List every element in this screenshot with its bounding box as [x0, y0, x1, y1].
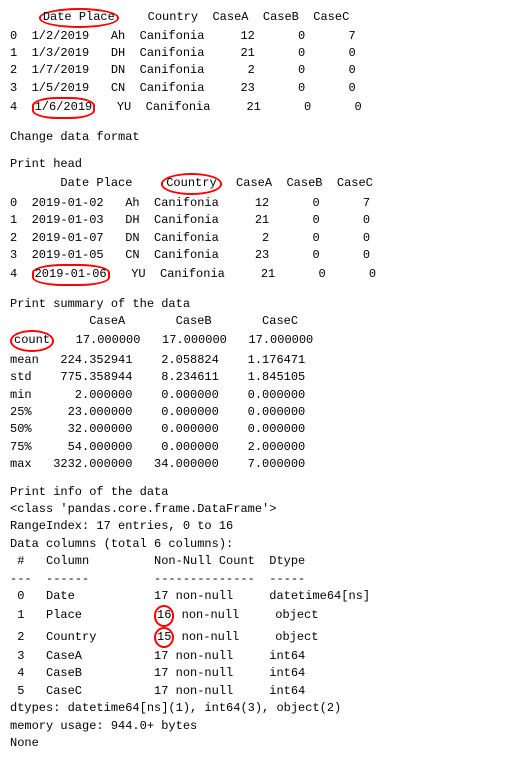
date-place-header-circle: Date Place [39, 8, 119, 28]
country-col-header: Country [148, 10, 198, 24]
info-col4: 4 CaseB 17 non-null int64 [10, 665, 519, 682]
table2-row2: 2 2019-01-07 DN Canifonia 2 0 0 [10, 230, 519, 247]
table2-header: Date Place Country CaseA CaseB CaseC [10, 173, 519, 194]
info-col0: 0 Date 17 non-null datetime64[ns] [10, 588, 519, 605]
summary-header: CaseA CaseB CaseC [10, 313, 519, 330]
info-memory: memory usage: 944.0+ bytes [10, 718, 519, 735]
summary-max: max 3232.000000 34.000000 7.000000 [10, 456, 519, 473]
change-format-section: Change data format [10, 129, 519, 146]
date-circle-row4: 1/6/2019 [32, 97, 96, 118]
summary-75: 75% 54.000000 0.000000 2.000000 [10, 439, 519, 456]
table2-row4: 4 2019-01-06 YU Canifonia 21 0 0 [10, 264, 519, 285]
table1-section: Date Place Country CaseA CaseB CaseC 0 1… [10, 8, 519, 119]
info-classname: <class 'pandas.core.frame.DataFrame'> [10, 501, 519, 518]
print-head-label: Print head [10, 156, 519, 173]
info-col1: 1 Place 16 non-null object [10, 605, 519, 626]
table2-row0: 0 2019-01-02 Ah Canifonia 12 0 7 [10, 195, 519, 212]
table2-row3: 3 2019-01-05 CN Canifonia 23 0 0 [10, 247, 519, 264]
info-datacols: Data columns (total 6 columns): [10, 536, 519, 553]
info-col3: 3 CaseA 17 non-null int64 [10, 648, 519, 665]
info-label: Print info of the data [10, 484, 519, 501]
info-col2: 2 Country 15 non-null object [10, 627, 519, 648]
table1-row2: 2 1/7/2019 DN Canifonia 2 0 0 [10, 62, 519, 79]
info-col-divider: --- ------ -------------- ----- [10, 571, 519, 588]
summary-50: 50% 32.000000 0.000000 0.000000 [10, 421, 519, 438]
info-col-header: # Column Non-Null Count Dtype [10, 553, 519, 570]
info-none: None [10, 735, 519, 752]
country-count-circle: 15 [154, 627, 174, 648]
table1-row3: 3 1/5/2019 CN Canifonia 23 0 0 [10, 80, 519, 97]
info-rangeindex: RangeIndex: 17 entries, 0 to 16 [10, 518, 519, 535]
date2-circle-row4: 2019-01-06 [32, 264, 110, 285]
count-label-circle: count [10, 330, 54, 351]
summary-section: Print summary of the data CaseA CaseB Ca… [10, 296, 519, 474]
info-col5: 5 CaseC 17 non-null int64 [10, 683, 519, 700]
summary-min: min 2.000000 0.000000 0.000000 [10, 387, 519, 404]
place-count-circle: 16 [154, 605, 174, 626]
table1-row1: 1 1/3/2019 DH Canifonia 21 0 0 [10, 45, 519, 62]
table2-row1: 1 2019-01-03 DH Canifonia 21 0 0 [10, 212, 519, 229]
print-head-section: Print head Date Place Country CaseA Case… [10, 156, 519, 286]
table1-row0: 0 1/2/2019 Ah Canifonia 12 0 7 [10, 28, 519, 45]
summary-count: count 17.000000 17.000000 17.000000 [10, 330, 519, 351]
info-section: Print info of the data <class 'pandas.co… [10, 484, 519, 753]
summary-25: 25% 23.000000 0.000000 0.000000 [10, 404, 519, 421]
table1-header: Date Place Country CaseA CaseB CaseC [10, 8, 519, 28]
summary-std: std 775.358944 8.234611 1.845105 [10, 369, 519, 386]
table1-row4: 4 1/6/2019 YU Canifonia 21 0 0 [10, 97, 519, 118]
summary-mean: mean 224.352941 2.058824 1.176471 [10, 352, 519, 369]
country-header-circle: Country [161, 173, 221, 194]
change-format-label: Change data format [10, 129, 519, 146]
summary-label: Print summary of the data [10, 296, 519, 313]
